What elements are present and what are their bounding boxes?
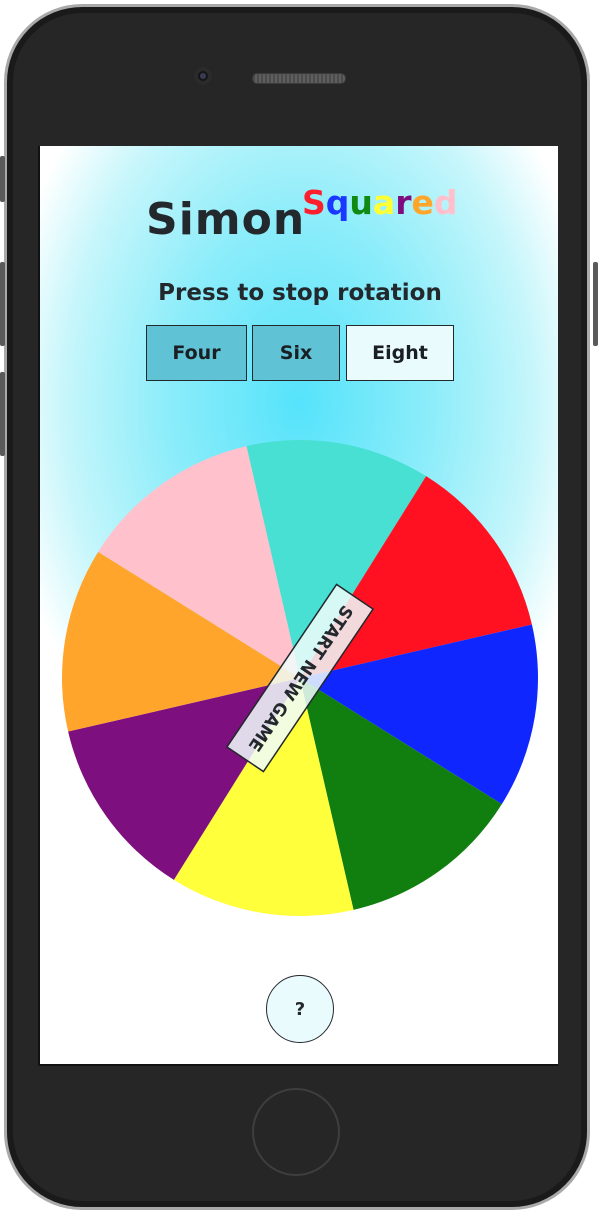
mode-eight-button[interactable]: Eight [346,325,454,381]
title-letter-1: q [325,183,350,222]
title-letter-4: r [395,183,412,222]
camera-icon [194,67,212,85]
power-button [593,262,598,346]
mode-four-button[interactable]: Four [146,325,247,381]
title-letter-0: S [302,183,326,222]
app-title-main: Simon [146,194,306,245]
app-screen: Simon Squared Press to stop rotation Fou… [38,146,558,1066]
title-letter-2: u [349,183,373,222]
volume-down-button [0,372,5,456]
title-letter-5: e [411,183,434,222]
mute-switch [0,156,5,202]
color-wheel-svg[interactable]: START NEW GAME [60,438,540,918]
title-letter-6: d [433,183,458,222]
home-button[interactable] [252,1088,340,1176]
help-button[interactable]: ? [266,975,334,1043]
mode-six-button[interactable]: Six [252,325,340,381]
volume-up-button [0,262,5,346]
title-letter-3: a [372,183,396,222]
speaker-grille [252,73,346,84]
instructions-text: Press to stop rotation [158,280,442,306]
phone-frame: Simon Squared Press to stop rotation Fou… [0,0,598,1216]
color-wheel[interactable]: START NEW GAME [60,438,540,918]
app-title-superscript: Squared [302,183,457,222]
